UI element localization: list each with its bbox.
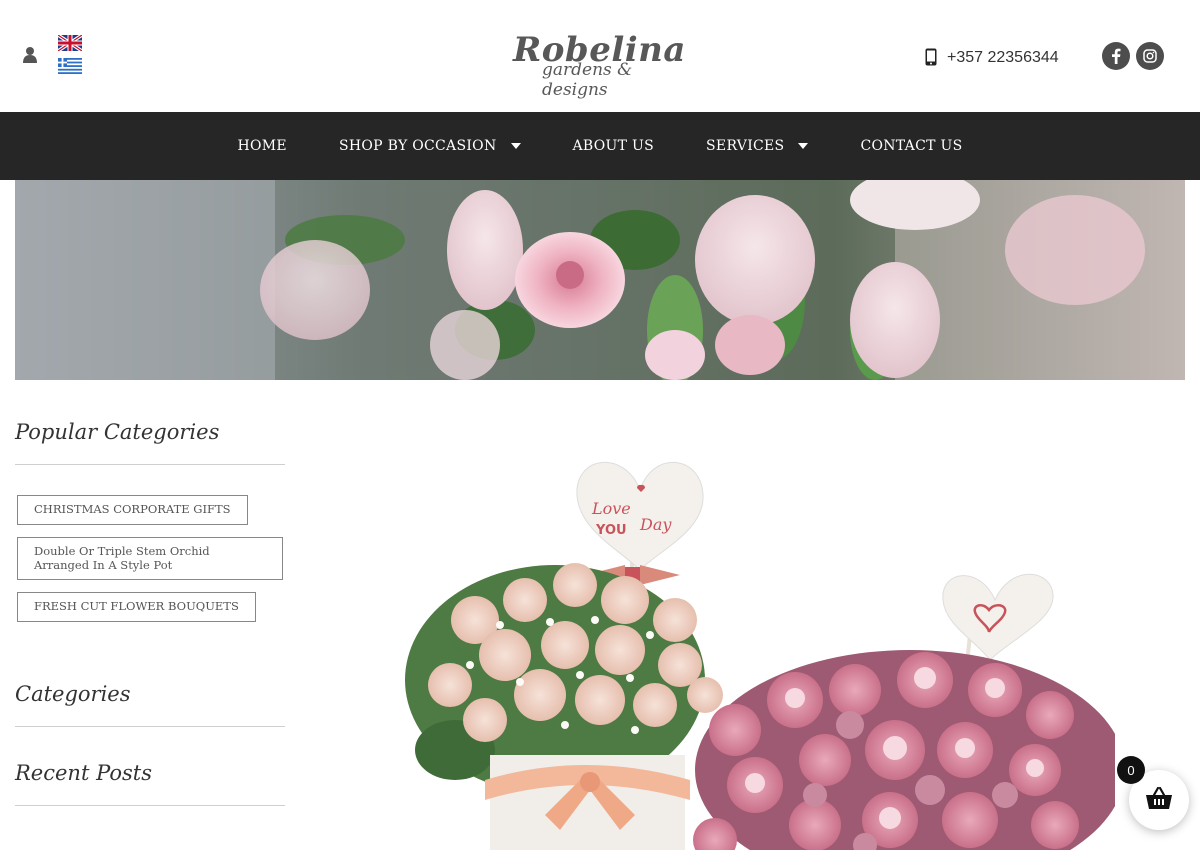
- tag-cloud: CHRISTMAS CORPORATE GIFTS Double Or Trip…: [15, 495, 285, 623]
- categories-title: Categories: [15, 682, 131, 707]
- nav-item-home[interactable]: HOME: [238, 138, 287, 154]
- site-logo[interactable]: Robelina gardens & designs: [510, 30, 700, 100]
- divider: [15, 805, 285, 807]
- nav-item-label: SHOP BY OCCASION: [338, 138, 497, 154]
- cart-count-badge: 0: [1117, 756, 1145, 784]
- recent-posts-title: Recent Posts: [15, 761, 152, 786]
- heart-text-you: YOU: [595, 523, 627, 538]
- nav-item-shop-by-occasion[interactable]: SHOP BY OCCASION: [339, 138, 521, 154]
- divider: [15, 726, 285, 728]
- heart-text-love: Love: [591, 499, 631, 518]
- popular-categories-title: Popular Categories: [15, 420, 220, 444]
- site-header: Robelina gardens & designs +357 22356344: [0, 0, 1200, 112]
- phone-number: +357 22356344: [947, 49, 1059, 66]
- caret-down-icon: [798, 143, 809, 149]
- greek-flag-icon[interactable]: [58, 58, 82, 74]
- divider: [15, 464, 285, 465]
- phone-contact[interactable]: +357 22356344: [925, 46, 1059, 70]
- main-navigation: HOME SHOP BY OCCASION ABOUT US SERVICES …: [0, 112, 1200, 180]
- shopping-basket-icon: [1145, 786, 1173, 815]
- mobile-phone-icon: [925, 48, 939, 68]
- hero-banner-image: [15, 180, 1185, 380]
- featured-product-image[interactable]: Love YOU Day: [395, 450, 1125, 850]
- logo-sub-text: gardens & designs: [542, 60, 633, 100]
- social-links: [1102, 42, 1164, 70]
- nav-item-label: HOME: [237, 138, 287, 154]
- nav-item-label: ABOUT US: [572, 138, 655, 154]
- language-switcher: [58, 35, 82, 81]
- caret-down-icon: [510, 143, 521, 149]
- nav-item-label: SERVICES: [706, 138, 785, 154]
- nav-item-contact-us[interactable]: CONTACT US: [860, 138, 962, 154]
- nav-item-services[interactable]: SERVICES: [706, 138, 809, 154]
- instagram-icon[interactable]: [1136, 42, 1164, 70]
- uk-flag-icon[interactable]: [58, 35, 82, 51]
- sidebar: Popular Categories CHRISTMAS CORPORATE G…: [15, 420, 285, 807]
- heart-text-day: Day: [639, 515, 672, 534]
- tag-orchid-style-pot[interactable]: Double Or Triple Stem Orchid Arranged In…: [17, 536, 283, 581]
- nav-item-label: CONTACT US: [860, 138, 963, 154]
- facebook-icon[interactable]: [1102, 42, 1130, 70]
- tag-fresh-cut-flower-bouquets[interactable]: FRESH CUT FLOWER BOUQUETS: [17, 592, 256, 623]
- user-account-icon[interactable]: [23, 46, 41, 66]
- nav-item-about-us[interactable]: ABOUT US: [573, 138, 655, 154]
- tag-christmas-corporate-gifts[interactable]: CHRISTMAS CORPORATE GIFTS: [17, 495, 248, 525]
